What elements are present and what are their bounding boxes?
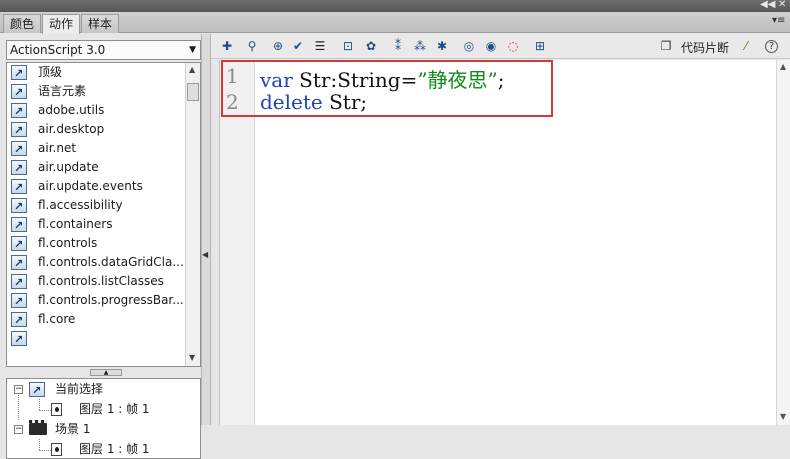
book-icon	[11, 140, 27, 158]
help-icon[interactable]: ?	[765, 40, 778, 53]
book-icon	[11, 178, 27, 196]
tree-item[interactable]: fl.controls.progressBar...	[7, 291, 187, 310]
line-number-gutter: 1 2	[220, 60, 255, 425]
auto-format-icon[interactable]: ☰	[311, 38, 329, 55]
wand-icon[interactable]: ⁄	[737, 38, 755, 55]
script-navigator: − 当前选择 图层 1 : 帧 1 − 场景 1 图层 1 : 帧 1	[6, 378, 201, 459]
book-icon	[11, 197, 27, 215]
tab-swatches[interactable]: 样本	[81, 14, 120, 33]
tree-item[interactable]: fl.controls.dataGridCla...	[7, 253, 187, 272]
book-icon	[11, 216, 27, 234]
tree-item[interactable]: fl.controls	[7, 234, 187, 253]
snippets-icon[interactable]: ❐	[657, 38, 675, 55]
toolbox-collapse-bar[interactable]: ◀	[201, 34, 211, 425]
selection-icon	[29, 381, 45, 400]
book-icon	[11, 311, 27, 329]
check-syntax-icon[interactable]: ✔	[289, 38, 307, 55]
collapse-toggle-icon[interactable]: −	[14, 425, 23, 434]
pane-splitter[interactable]: ▲	[90, 369, 122, 376]
expand-all-icon[interactable]: ✱	[433, 38, 451, 55]
tree-item[interactable]: air.update.events	[7, 177, 187, 196]
tree-item[interactable]: air.desktop	[7, 120, 187, 139]
script-toolbar: ✚ ⚲ ⊕ ✔ ☰ ⊡ ✿ ⁑ ⁂ ✱ ◎ ◉ ◌ ⊞ ❐ 代码片断 ⁄ ?	[211, 34, 790, 59]
scroll-thumb[interactable]	[187, 83, 199, 101]
tree-item[interactable]	[7, 329, 187, 348]
chevron-down-icon: ▼	[189, 45, 196, 55]
book-icon	[11, 292, 27, 310]
book-icon	[11, 159, 27, 177]
tab-color[interactable]: 颜色	[3, 14, 42, 33]
script-editor[interactable]: 1 2 var Str:String=”静夜思”; delete Str; ▲ …	[219, 60, 790, 425]
close-panel-icon[interactable]: ✕	[778, 0, 786, 11]
script-assist-icon[interactable]: ⊞	[531, 38, 549, 55]
code-line[interactable]: delete Str;	[260, 90, 367, 114]
collapse-panel-icon[interactable]: ◀◀	[760, 0, 775, 11]
collapse-icon[interactable]: ⁑	[389, 38, 407, 55]
tree-item[interactable]: 顶级	[7, 63, 187, 82]
book-icon	[11, 273, 27, 291]
tree-item[interactable]: 语言元素	[7, 82, 187, 101]
code-hint-icon[interactable]: ⊡	[339, 38, 357, 55]
book-icon	[11, 254, 27, 272]
scroll-down-icon[interactable]: ▼	[189, 353, 195, 362]
scroll-up-icon[interactable]: ▲	[189, 65, 195, 74]
tree-item[interactable]: adobe.utils	[7, 101, 187, 120]
tab-actions[interactable]: 动作	[42, 14, 81, 34]
line-number: 2	[226, 90, 239, 114]
comment-icon[interactable]: ◎	[460, 38, 478, 55]
actions-toolbox: ActionScript 3.0 ▼ 顶级 语言元素 adobe.utils a…	[0, 34, 205, 459]
panel-menu-icon[interactable]: ▾≡	[772, 15, 785, 26]
book-icon	[11, 330, 27, 348]
tree-scrollbar[interactable]: ▲ ▼	[185, 63, 200, 366]
class-tree: 顶级 语言元素 adobe.utils air.desktop air.net …	[6, 62, 201, 367]
tree-item[interactable]: fl.accessibility	[7, 196, 187, 215]
tree-item[interactable]: air.net	[7, 139, 187, 158]
book-icon	[11, 121, 27, 139]
tree-item[interactable]: fl.containers	[7, 215, 187, 234]
book-icon	[11, 83, 27, 101]
tree-item[interactable]: air.update	[7, 158, 187, 177]
collapse-toggle-icon[interactable]: −	[14, 385, 23, 394]
target-icon[interactable]: ⊕	[269, 38, 287, 55]
book-icon	[11, 64, 27, 82]
frame-icon	[51, 403, 62, 416]
uncomment-icon[interactable]: ◌	[504, 38, 522, 55]
line-comment-icon[interactable]: ◉	[482, 38, 500, 55]
find-icon[interactable]: ⚲	[243, 38, 261, 55]
tree-item[interactable]: fl.controls.listClasses	[7, 272, 187, 291]
book-icon	[11, 102, 27, 120]
code-line[interactable]: var Str:String=”静夜思”;	[260, 64, 505, 93]
panel-title-bar: ◀◀ ✕	[0, 0, 790, 12]
tree-item[interactable]: fl.core	[7, 310, 187, 329]
language-version-value: ActionScript 3.0	[10, 43, 106, 57]
line-number: 1	[226, 64, 239, 88]
book-icon	[11, 235, 27, 253]
chevron-left-icon[interactable]: ◀	[202, 250, 208, 259]
scroll-down-icon[interactable]: ▼	[780, 412, 786, 421]
frame-icon	[51, 443, 62, 456]
scroll-up-icon[interactable]: ▲	[780, 62, 786, 71]
debug-icon[interactable]: ✿	[362, 38, 380, 55]
language-version-dropdown[interactable]: ActionScript 3.0 ▼	[6, 40, 201, 60]
editor-scrollbar[interactable]: ▲ ▼	[776, 60, 790, 425]
panel-tab-bar: 颜色 动作 样本 ▾≡	[0, 12, 790, 34]
collapse-selection-icon[interactable]: ⁂	[411, 38, 429, 55]
plus-icon[interactable]: ✚	[218, 38, 236, 55]
code-snippets-button[interactable]: 代码片断	[681, 39, 729, 56]
